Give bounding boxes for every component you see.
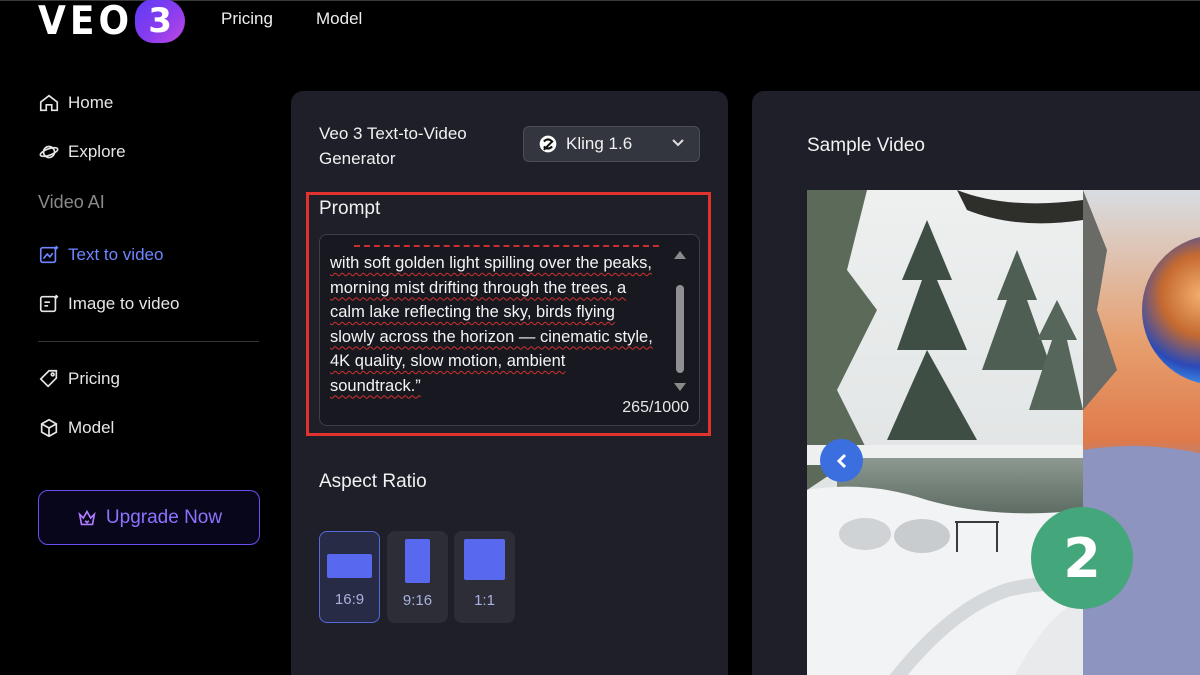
sidebar-item-label: Image to video: [68, 294, 180, 313]
portrait-ratio-icon: [405, 539, 430, 583]
step-number-badge: 2: [1031, 507, 1133, 609]
sidebar-divider: [38, 341, 259, 342]
tag-icon: [39, 369, 58, 388]
home-icon: [39, 94, 59, 112]
aspect-option-1-1[interactable]: 1:1: [454, 531, 515, 623]
model-select[interactable]: Kling 1.6: [523, 126, 700, 162]
kling-logo-icon: [539, 135, 557, 153]
aspect-option-9-16[interactable]: 9:16: [387, 531, 448, 623]
aspect-option-16-9[interactable]: 16:9: [319, 531, 380, 623]
aspect-option-label: 16:9: [334, 591, 365, 608]
logo-badge: 3: [135, 0, 186, 43]
sample-video-thumbnail: [807, 190, 1200, 675]
nav-pricing[interactable]: Pricing: [221, 9, 273, 29]
generator-title: Veo 3 Text-to-Video Generator: [319, 124, 467, 168]
sample-video-carousel[interactable]: [807, 190, 1200, 675]
spellcheck-underline: [354, 245, 659, 247]
aspect-ratio-label: Aspect Ratio: [319, 471, 427, 492]
sidebar-item-text-to-video[interactable]: Text to video: [38, 244, 163, 266]
aspect-option-label: 1:1: [474, 592, 495, 609]
top-bar: VEO 3 Pricing Model: [0, 0, 1200, 44]
char-count: 265/1000: [622, 399, 689, 416]
chevron-down-icon: [672, 139, 684, 147]
prompt-text: with soft golden light spilling over the…: [330, 254, 653, 395]
sidebar-item-image-to-video[interactable]: Image to video: [38, 293, 180, 315]
cube-icon: [40, 418, 58, 438]
generator-panel: Veo 3 Text-to-Video Generator Kling 1.6 …: [291, 91, 728, 675]
upgrade-label: Upgrade Now: [105, 506, 223, 528]
sidebar-item-model[interactable]: Model: [38, 417, 114, 439]
prompt-textarea[interactable]: with soft golden light spilling over the…: [319, 234, 700, 426]
model-select-value: Kling 1.6: [566, 134, 633, 153]
sidebar-item-label: Text to video: [68, 245, 164, 264]
sidebar-item-explore[interactable]: Explore: [38, 141, 126, 163]
landscape-ratio-icon: [327, 554, 372, 578]
carousel-prev-button[interactable]: [820, 439, 863, 482]
aspect-option-label: 9:16: [402, 592, 433, 609]
logo-text: VEO: [38, 0, 134, 44]
nav-model[interactable]: Model: [316, 9, 362, 29]
sidebar-item-label: Model: [68, 418, 115, 437]
sidebar-item-label: Explore: [68, 142, 126, 161]
scroll-up-arrow-icon[interactable]: [674, 251, 686, 259]
sample-title: Sample Video: [807, 135, 925, 156]
scroll-down-arrow-icon[interactable]: [674, 383, 686, 391]
square-ratio-icon: [464, 539, 505, 580]
upgrade-now-button[interactable]: Upgrade Now: [38, 490, 260, 545]
scroll-thumb[interactable]: [676, 285, 684, 373]
sidebar-item-pricing[interactable]: Pricing: [38, 368, 120, 390]
chevron-left-icon: [836, 453, 846, 468]
text-video-icon: [39, 245, 59, 264]
sample-panel: Sample Video: [752, 91, 1200, 675]
sidebar-item-label: Home: [68, 93, 114, 112]
crown-icon: [78, 509, 96, 525]
sidebar-item-home[interactable]: Home: [38, 92, 113, 114]
prompt-scrollbar[interactable]: [673, 247, 687, 395]
image-video-icon: [39, 294, 59, 313]
sidebar-section-video-ai: Video AI: [38, 192, 105, 212]
prompt-label: Prompt: [319, 198, 381, 219]
planet-icon: [39, 145, 59, 159]
logo[interactable]: VEO 3: [38, 0, 186, 44]
sidebar-item-label: Pricing: [68, 369, 120, 388]
